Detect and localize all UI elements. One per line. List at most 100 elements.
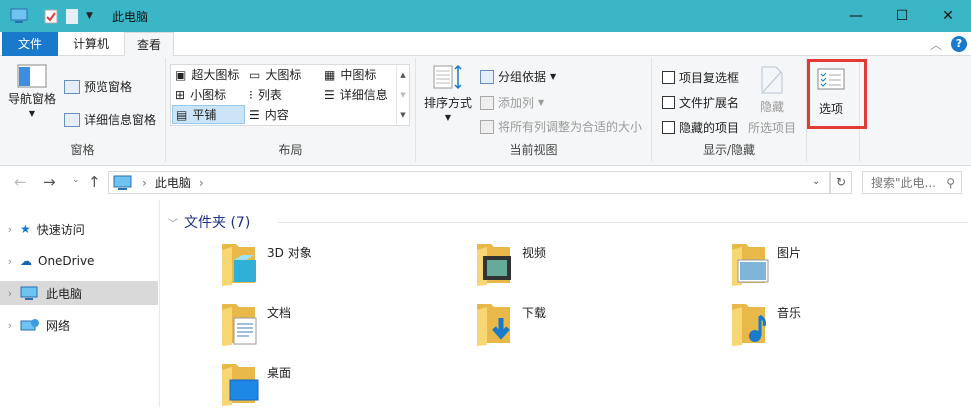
forward-button[interactable]: →: [43, 173, 56, 191]
address-dropdown-icon[interactable]: ⌄: [812, 176, 820, 187]
computer-icon: [113, 175, 132, 190]
properties-icon[interactable]: [44, 7, 58, 25]
size-columns-icon: [480, 119, 494, 134]
layout-details[interactable]: ☰ 详细信息: [321, 85, 388, 104]
sort-by-button[interactable]: 排序方式 ▼: [424, 64, 472, 122]
star-icon: ★: [20, 222, 31, 236]
maximize-button[interactable]: ☐: [879, 0, 925, 32]
folder-documents[interactable]: 文档: [220, 300, 460, 355]
hide-selected-label: 所选项目: [748, 121, 797, 135]
group-label: 当前视图: [509, 143, 558, 157]
folder-music[interactable]: 音乐: [730, 300, 970, 355]
group-label: 窗格: [70, 143, 95, 157]
tab-view[interactable]: 查看: [124, 32, 174, 57]
recent-locations-icon[interactable]: ⌄: [72, 175, 80, 185]
folder-pictures[interactable]: 图片: [730, 240, 970, 295]
layout-label: 内容: [264, 108, 289, 122]
group-label: 显示/隐藏: [702, 143, 756, 157]
details-pane-button[interactable]: 详细信息窗格: [64, 111, 156, 128]
layout-medium-icons[interactable]: ▦ 中图标: [321, 65, 376, 84]
checkbox: [662, 71, 675, 84]
title-bar: ▼ 此电脑 — ☐ ✕: [0, 0, 971, 32]
nav-label: 此电脑: [46, 286, 83, 301]
search-input[interactable]: 搜索"此电... ⚲: [862, 171, 962, 194]
layout-label: 中图标: [340, 68, 377, 82]
add-column-label: 添加列: [498, 96, 535, 110]
checkbox-label: 项目复选框: [679, 71, 740, 85]
layout-label: 平铺: [192, 108, 217, 122]
nav-label: 快速访问: [36, 222, 85, 237]
group-panes: 导航窗格 ▼ 预览窗格 详细信息窗格 窗格: [0, 58, 166, 162]
folder-icon: [222, 364, 259, 406]
nav-pane-button[interactable]: 导航窗格 ▼: [8, 64, 56, 118]
close-button[interactable]: ✕: [925, 0, 971, 32]
collapse-ribbon-icon[interactable]: ︿: [930, 36, 942, 53]
layout-large-icons[interactable]: ▭ 大图标: [246, 65, 301, 84]
checkbox: [662, 96, 675, 109]
group-by-icon: [480, 69, 494, 84]
ribbon-tabs: 文件 计算机 查看 ︿ ?: [0, 32, 971, 57]
folder-icon: [477, 304, 510, 346]
back-button[interactable]: ←: [14, 173, 27, 191]
size-columns-button[interactable]: 将所有列调整为合适的大小: [480, 118, 642, 135]
layout-list[interactable]: ⁝ 列表: [246, 85, 282, 104]
search-placeholder: 搜索"此电...: [871, 176, 936, 190]
add-column-button[interactable]: 添加列 ▼: [480, 94, 544, 111]
layout-label: 大图标: [265, 68, 302, 82]
checkbox-label: 隐藏的项目: [679, 121, 740, 135]
options-highlight-box: [807, 59, 867, 129]
folder-icon: [732, 244, 769, 286]
file-extensions-toggle[interactable]: 文件扩展名: [662, 94, 739, 111]
customize-dropdown-icon[interactable]: ▼: [86, 7, 93, 25]
layout-gallery: ▣ 超大图标 ▭ 大图标 ▦ 中图标 ⊞ 小图标 ⁝ 列表 ☰ 详细信息 ▤ 平…: [170, 64, 410, 126]
layout-extra-large-icons[interactable]: ▣ 超大图标: [172, 65, 239, 84]
hidden-items-toggle[interactable]: 隐藏的项目: [662, 119, 739, 136]
layout-content[interactable]: ☰ 内容: [246, 105, 289, 124]
nav-item-onedrive[interactable]: › ☁ OneDrive: [0, 249, 158, 273]
address-bar-row: ← → ⌄ ↑ › 此电脑 › ⌄ ↻ 搜索"此电... ⚲: [0, 168, 971, 198]
group-by-button[interactable]: 分组依据 ▼: [480, 68, 556, 85]
computer-icon: [10, 7, 28, 25]
preview-pane-button[interactable]: 预览窗格: [64, 78, 132, 95]
address-input[interactable]: › 此电脑 ›: [108, 171, 830, 194]
details-pane-label: 详细信息窗格: [84, 113, 157, 127]
collapse-chevron-icon: ﹀: [168, 218, 178, 230]
group-by-label: 分组依据: [498, 70, 547, 84]
layout-label: 小图标: [190, 88, 227, 102]
size-columns-label: 将所有列调整为合适的大小: [498, 120, 643, 134]
sort-by-label: 排序方式: [424, 96, 473, 110]
folder-name: 下载: [522, 306, 547, 320]
folder-downloads[interactable]: 下载: [475, 300, 715, 355]
refresh-button[interactable]: ↻: [830, 171, 852, 194]
breadcrumb-this-pc[interactable]: 此电脑: [155, 174, 191, 191]
folder-name: 3D 对象: [267, 246, 312, 260]
help-icon[interactable]: ?: [951, 36, 967, 52]
tab-file[interactable]: 文件: [2, 32, 58, 56]
network-icon: [20, 319, 39, 331]
nav-item-network[interactable]: › 网络: [0, 313, 158, 337]
minimize-button[interactable]: —: [833, 0, 879, 32]
item-checkboxes-toggle[interactable]: 项目复选框: [662, 69, 739, 86]
section-header-folders[interactable]: ﹀ 文件夹 (7): [168, 212, 250, 232]
content-area: ﹀ 文件夹 (7) 3D 对象 视频 图片文档 下载 音乐桌面: [160, 200, 971, 407]
nav-item-quick-access[interactable]: › ★ 快速访问: [0, 217, 158, 241]
up-button[interactable]: ↑: [88, 173, 101, 191]
layout-tiles[interactable]: ▤ 平铺: [172, 105, 245, 124]
folder-icon: [732, 304, 766, 346]
section-divider: [278, 222, 968, 223]
tab-computer[interactable]: 计算机: [58, 32, 124, 56]
nav-item-this-pc[interactable]: › 此电脑: [0, 281, 158, 305]
folder-name: 桌面: [267, 366, 292, 380]
details-pane-icon: [64, 112, 80, 127]
folder-videos[interactable]: 视频: [475, 240, 715, 295]
folder-name: 音乐: [777, 306, 802, 320]
nav-label: 网络: [46, 318, 71, 333]
gallery-scroll[interactable]: ▲ ▼ ▼: [396, 65, 409, 125]
layout-small-icons[interactable]: ⊞ 小图标: [172, 85, 226, 104]
folder-3d-objects[interactable]: 3D 对象: [220, 240, 460, 295]
nav-pane-label: 导航窗格: [8, 92, 57, 106]
computer-icon: [20, 286, 38, 300]
folder-name: 图片: [777, 246, 802, 260]
new-folder-icon[interactable]: [66, 7, 78, 25]
hide-selected-button[interactable]: 隐藏: [760, 66, 784, 115]
